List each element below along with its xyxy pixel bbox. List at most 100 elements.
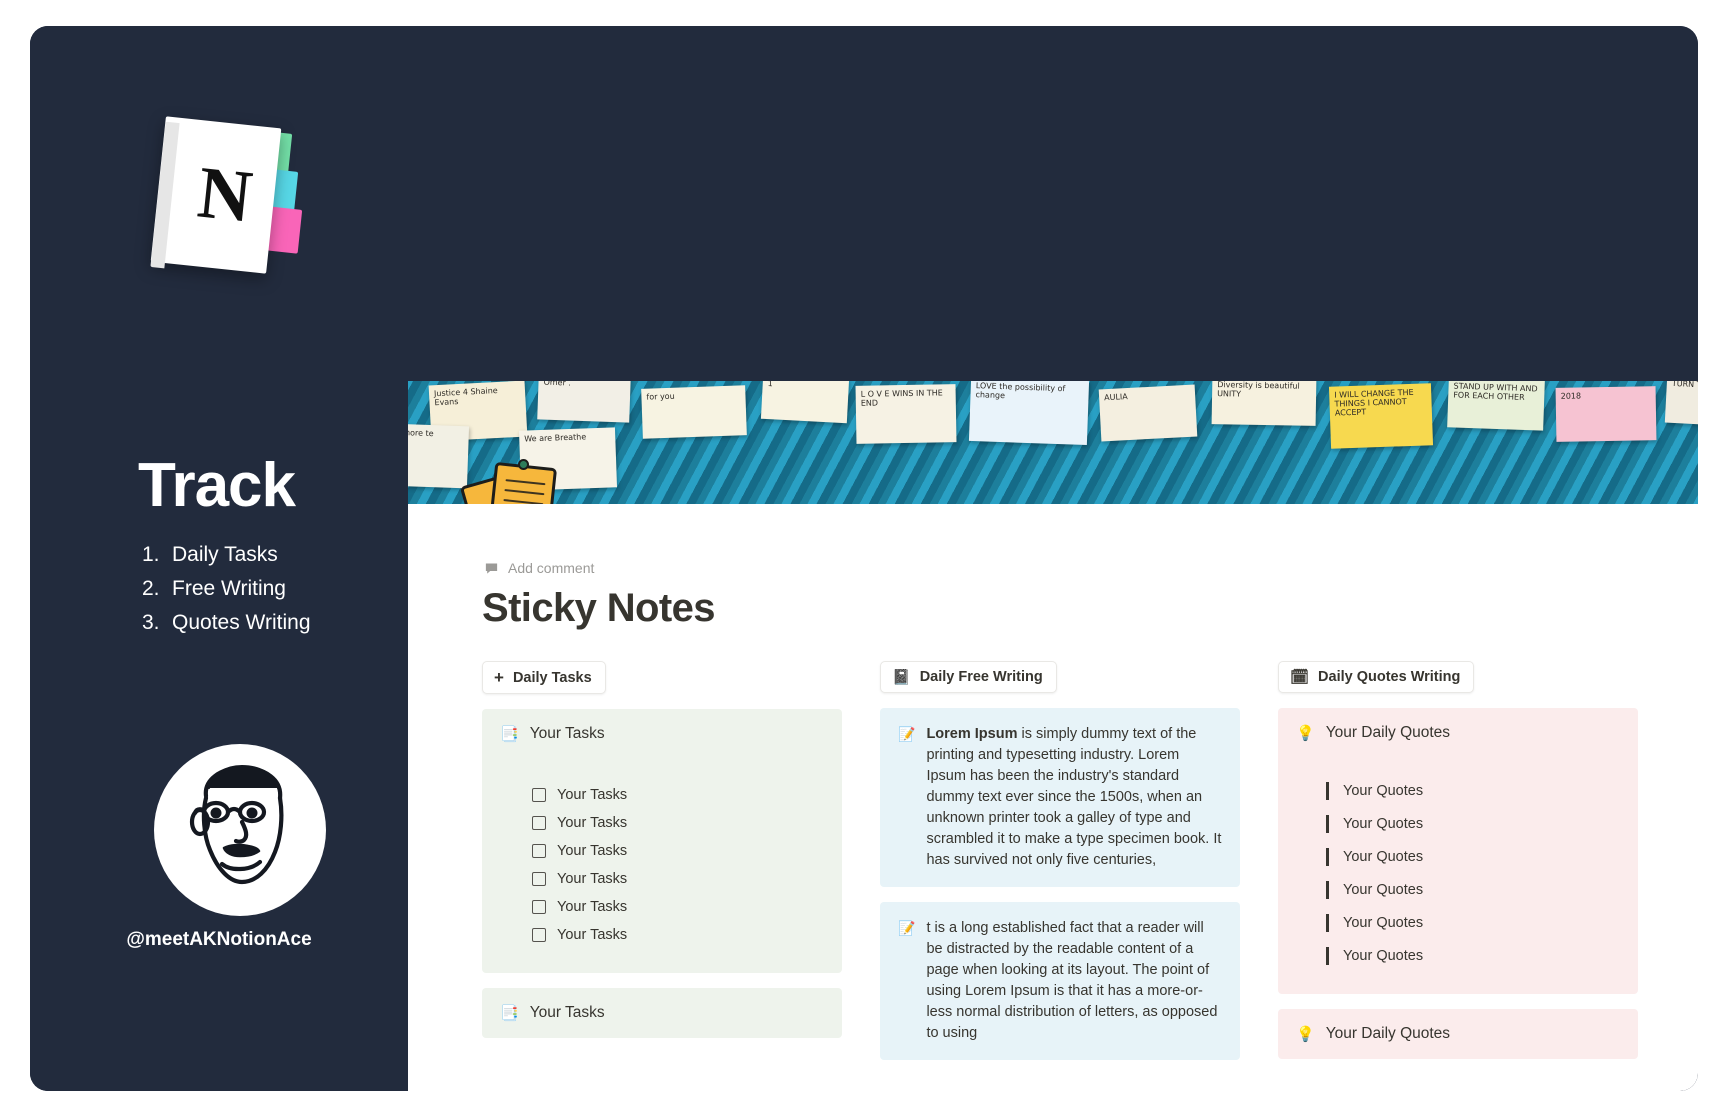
column-daily-quotes-writing: 🗓 Daily Quotes Writing 💡 Your Daily Quot… bbox=[1278, 661, 1638, 1060]
daily-tasks-button-label: Daily Tasks bbox=[512, 669, 592, 686]
task-checkbox[interactable] bbox=[532, 844, 546, 858]
page-body: Add comment Sticky Notes + Daily Tasks 📑 bbox=[370, 560, 1698, 1060]
task-card-heading: 📑 Your Tasks bbox=[500, 1004, 824, 1022]
quotes-card-heading: 💡 Your Daily Quotes bbox=[1296, 1025, 1620, 1043]
daily-quotes-writing-button-label: Daily Quotes Writing bbox=[1318, 669, 1461, 685]
free-writing-card[interactable]: 📝 Lorem Ipsum is simply dummy text of th… bbox=[880, 708, 1240, 887]
quote-list: Your Quotes Your Quotes Your Quotes Your Qu… bbox=[1326, 774, 1620, 972]
free-writing-paragraph: 📝 Lorem Ipsum is simply dummy text of th… bbox=[898, 724, 1222, 871]
quote-row[interactable]: Your Quotes bbox=[1326, 774, 1620, 807]
cover-sticky-note: L O V E WINS IN THE END bbox=[855, 384, 957, 444]
memo-pencil-icon: 📝 bbox=[898, 920, 916, 936]
task-checkbox[interactable] bbox=[532, 900, 546, 914]
screenshot-root: N Track 1. Daily Tasks 2. Free Writing 3… bbox=[0, 0, 1728, 1117]
quote-label: Your Quotes bbox=[1343, 914, 1424, 931]
promo-panel: N Track 1. Daily Tasks 2. Free Writing 3… bbox=[30, 26, 408, 1091]
comment-icon bbox=[485, 562, 498, 574]
task-label: Your Tasks bbox=[557, 871, 628, 887]
logo-letter-n: N bbox=[194, 151, 256, 239]
quote-bar bbox=[1326, 880, 1329, 899]
list-item-label: Daily Tasks bbox=[172, 543, 278, 566]
column-daily-free-writing: 📓 Daily Free Writing 📝 Lorem Ipsum is si… bbox=[880, 661, 1240, 1060]
memo-pencil-icon: 📝 bbox=[898, 726, 916, 742]
task-checkbox[interactable] bbox=[532, 872, 546, 886]
task-row[interactable]: Your Tasks bbox=[532, 921, 824, 949]
quote-row[interactable]: Your Quotes bbox=[1326, 873, 1620, 906]
list-item-number: 1. bbox=[142, 543, 160, 566]
free-writing-paragraph: 📝 t is a long established fact that a re… bbox=[898, 918, 1222, 1044]
page-title: Sticky Notes bbox=[482, 586, 716, 630]
task-checkbox[interactable] bbox=[532, 788, 546, 802]
cover-sticky-note: I WILL CHANGE THE THINGS I CANNOT ACCEPT bbox=[1328, 383, 1434, 449]
task-row[interactable]: Your Tasks bbox=[532, 865, 824, 893]
cover-sticky-note: LOVE the possibility of change bbox=[968, 381, 1090, 446]
paragraph-body: is simply dummy text of the printing and… bbox=[926, 726, 1222, 868]
social-handle: @meetAKNotionAce bbox=[126, 929, 312, 950]
task-card-heading-label: Your Tasks bbox=[529, 1004, 605, 1021]
list-item: 3. Quotes Writing bbox=[142, 606, 402, 640]
task-row[interactable]: Your Tasks bbox=[532, 781, 824, 809]
notepad-icon: 📓 bbox=[892, 668, 911, 686]
quote-bar bbox=[1326, 781, 1329, 800]
task-label: Your Tasks bbox=[557, 843, 628, 859]
quote-row[interactable]: Your Quotes bbox=[1326, 939, 1620, 972]
page-cover-image: Justice 4 Shaine Evans Omer . for you 1 L O … bbox=[370, 381, 1698, 504]
avatar bbox=[154, 744, 326, 916]
quote-bar bbox=[1326, 913, 1329, 932]
cover-sticky-note: TURN THE bbox=[1664, 381, 1698, 428]
page-with-bullet-icon: 📑 bbox=[500, 726, 519, 743]
task-label: Your Tasks bbox=[557, 815, 628, 831]
quote-row[interactable]: Your Quotes bbox=[1326, 906, 1620, 939]
add-comment-button[interactable]: Add comment bbox=[484, 560, 1698, 576]
plus-icon: + bbox=[494, 668, 504, 687]
notion-window: Justice 4 Shaine Evans Omer . for you 1 L O … bbox=[370, 381, 1698, 1091]
quotes-card-heading: 💡 Your Daily Quotes bbox=[1296, 724, 1620, 742]
quotes-card[interactable]: 💡 Your Daily Quotes Your Quotes Your Quot… bbox=[1278, 708, 1638, 994]
quote-bar bbox=[1326, 814, 1329, 833]
cover-sticky-note: 1 bbox=[760, 381, 850, 424]
quote-label: Your Quotes bbox=[1343, 782, 1424, 799]
list-item-number: 3. bbox=[142, 611, 160, 634]
avatar-face-illustration bbox=[189, 765, 284, 885]
daily-free-writing-button-label: Daily Free Writing bbox=[919, 669, 1043, 685]
quote-bar bbox=[1326, 946, 1329, 965]
quote-label: Your Quotes bbox=[1343, 815, 1424, 832]
quote-label: Your Quotes bbox=[1343, 848, 1424, 865]
sticky-note-emblem-icon bbox=[459, 457, 566, 504]
task-card-heading: 📑 Your Tasks bbox=[500, 725, 824, 743]
cover-sticky-note: Omer . bbox=[537, 381, 631, 423]
task-row[interactable]: Your Tasks bbox=[532, 893, 824, 921]
task-checkbox[interactable] bbox=[532, 816, 546, 830]
page-with-bullet-icon: 📑 bbox=[500, 1005, 519, 1022]
promo-title: Track bbox=[138, 451, 296, 520]
free-writing-paragraph-text: Lorem Ipsum is simply dummy text of the … bbox=[926, 724, 1222, 871]
quote-label: Your Quotes bbox=[1343, 881, 1424, 898]
column-layout: + Daily Tasks 📑 Your Tasks Your Tasks You… bbox=[482, 661, 1698, 1060]
free-writing-card[interactable]: 📝 t is a long established fact that a re… bbox=[880, 902, 1240, 1060]
list-item-label: Quotes Writing bbox=[172, 611, 311, 634]
notion-notebook-logo: N bbox=[138, 114, 318, 284]
daily-free-writing-button[interactable]: 📓 Daily Free Writing bbox=[880, 661, 1057, 693]
promo-feature-list: 1. Daily Tasks 2. Free Writing 3. Quotes… bbox=[142, 538, 402, 640]
list-item-number: 2. bbox=[142, 577, 160, 600]
task-checkbox[interactable] bbox=[532, 928, 546, 942]
task-label: Your Tasks bbox=[557, 787, 628, 803]
calendar-table-icon: 🗓 bbox=[1290, 668, 1310, 686]
list-item: 1. Daily Tasks bbox=[142, 538, 402, 572]
device-frame: N Track 1. Daily Tasks 2. Free Writing 3… bbox=[30, 26, 1698, 1091]
task-row[interactable]: Your Tasks bbox=[532, 809, 824, 837]
add-comment-label: Add comment bbox=[508, 560, 595, 576]
quote-row[interactable]: Your Quotes bbox=[1326, 840, 1620, 873]
quotes-card[interactable]: 💡 Your Daily Quotes bbox=[1278, 1009, 1638, 1059]
quote-row[interactable]: Your Quotes bbox=[1326, 807, 1620, 840]
daily-tasks-button[interactable]: + Daily Tasks bbox=[482, 661, 606, 694]
cover-sticky-note: STAND UP WITH AND FOR EACH OTHER bbox=[1447, 381, 1545, 431]
light-bulb-icon: 💡 bbox=[1296, 1026, 1315, 1043]
daily-quotes-writing-button[interactable]: 🗓 Daily Quotes Writing bbox=[1278, 661, 1475, 693]
task-row[interactable]: Your Tasks bbox=[532, 837, 824, 865]
task-checkbox-list: Your Tasks Your Tasks Your Tasks Your Tasks… bbox=[532, 781, 824, 949]
task-card[interactable]: 📑 Your Tasks bbox=[482, 988, 842, 1038]
cover-sticky-note: 2018 bbox=[1555, 386, 1657, 442]
task-card[interactable]: 📑 Your Tasks Your Tasks Your Tasks Your Ta… bbox=[482, 709, 842, 973]
task-card-heading-label: Your Tasks bbox=[529, 725, 605, 742]
